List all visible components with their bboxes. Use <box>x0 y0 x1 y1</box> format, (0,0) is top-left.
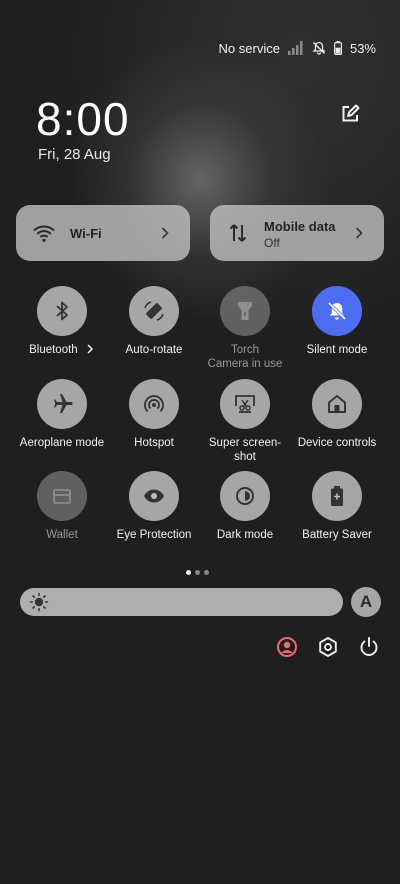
dark-mode-label: Dark mode <box>216 529 274 541</box>
mobile-data-status: Off <box>264 236 280 250</box>
silent-mode-toggle[interactable]: Silent mode <box>289 286 385 357</box>
page-dot <box>204 570 209 575</box>
mobile-data-tile[interactable]: Mobile data Off <box>210 205 384 261</box>
status-bar: No service 53% <box>219 38 376 58</box>
page-dot <box>195 570 200 575</box>
super-screenshot-toggle[interactable]: Super screen- shot <box>197 379 293 464</box>
battery-percent: 53% <box>349 40 376 56</box>
mobile-data-icon <box>229 224 247 242</box>
sun-icon <box>29 592 49 612</box>
auto-brightness-button[interactable]: A <box>351 587 381 617</box>
signal-icon <box>287 41 303 55</box>
silent-bell-icon <box>327 301 347 321</box>
auto-rotate-icon <box>144 301 164 321</box>
battery-saver-label: Battery Saver <box>302 529 372 541</box>
silent-mode-label: Silent mode <box>306 344 368 356</box>
bluetooth-toggle[interactable]: Bluetooth <box>14 286 110 357</box>
wallet-icon <box>53 489 71 504</box>
page-indicator <box>186 570 209 575</box>
wallet-toggle[interactable]: Wallet <box>14 471 110 542</box>
clock-date: Fri, 28 Aug <box>38 146 111 163</box>
dark-mode-button[interactable] <box>220 471 270 521</box>
battery-saver-button[interactable] <box>312 471 362 521</box>
power-icon[interactable] <box>358 636 380 658</box>
auto-rotate-toggle[interactable]: Auto-rotate <box>106 286 202 357</box>
hotspot-toggle[interactable]: Hotspot <box>106 379 202 450</box>
wifi-tile[interactable]: Wi-Fi <box>16 205 190 261</box>
wifi-tile-label: Wi-Fi <box>70 226 102 241</box>
hotspot-button[interactable] <box>129 379 179 429</box>
settings-icon[interactable] <box>317 636 339 658</box>
battery-icon <box>333 41 342 55</box>
chevron-right-icon[interactable] <box>354 226 364 240</box>
device-controls-toggle[interactable]: Device controls <box>289 379 385 450</box>
bluetooth-label: Bluetooth <box>29 344 78 356</box>
bluetooth-icon <box>56 301 68 321</box>
clock-time: 8:00 <box>36 93 130 145</box>
wallet-label: Wallet <box>46 529 78 541</box>
torch-toggle[interactable]: Torch Camera in use <box>197 286 293 371</box>
auto-rotate-button[interactable] <box>129 286 179 336</box>
airplane-icon <box>54 394 73 413</box>
aeroplane-mode-label: Aeroplane mode <box>19 437 105 449</box>
torch-icon <box>238 302 252 320</box>
auto-rotate-label: Auto-rotate <box>125 344 183 356</box>
torch-button[interactable] <box>220 286 270 336</box>
dark-mode-icon <box>236 487 254 505</box>
hotspot-icon <box>144 395 164 413</box>
battery-saver-toggle[interactable]: Battery Saver <box>289 471 385 542</box>
silent-mode-button[interactable] <box>312 286 362 336</box>
page-dot-active <box>186 570 191 575</box>
aeroplane-mode-button[interactable] <box>37 379 87 429</box>
wifi-icon <box>33 225 55 242</box>
wallet-button[interactable] <box>37 471 87 521</box>
super-screenshot-button[interactable] <box>220 379 270 429</box>
eye-protection-label: Eye Protection <box>116 529 192 541</box>
eye-icon <box>144 489 164 503</box>
dark-mode-toggle[interactable]: Dark mode <box>197 471 293 542</box>
chevron-right-icon[interactable] <box>160 226 170 240</box>
user-icon[interactable] <box>276 636 298 658</box>
device-controls-button[interactable] <box>312 379 362 429</box>
silent-bell-icon <box>312 41 326 55</box>
brightness-slider[interactable] <box>20 588 343 616</box>
torch-sublabel: Camera in use <box>207 358 283 370</box>
chevron-right-icon[interactable] <box>85 344 95 354</box>
super-screenshot-label: Super screen- shot <box>208 437 282 463</box>
home-icon <box>328 395 346 413</box>
torch-label: Torch <box>230 344 260 356</box>
edit-icon[interactable] <box>339 103 361 125</box>
eye-protection-toggle[interactable]: Eye Protection <box>106 471 202 542</box>
screenshot-icon <box>235 395 255 413</box>
eye-protection-button[interactable] <box>129 471 179 521</box>
battery-saver-icon <box>331 486 343 506</box>
aeroplane-mode-toggle[interactable]: Aeroplane mode <box>14 379 110 450</box>
network-status-text: No service <box>218 40 280 56</box>
device-controls-label: Device controls <box>297 437 377 449</box>
hotspot-label: Hotspot <box>134 437 174 449</box>
mobile-data-label: Mobile data <box>264 219 336 234</box>
bluetooth-button[interactable] <box>37 286 87 336</box>
